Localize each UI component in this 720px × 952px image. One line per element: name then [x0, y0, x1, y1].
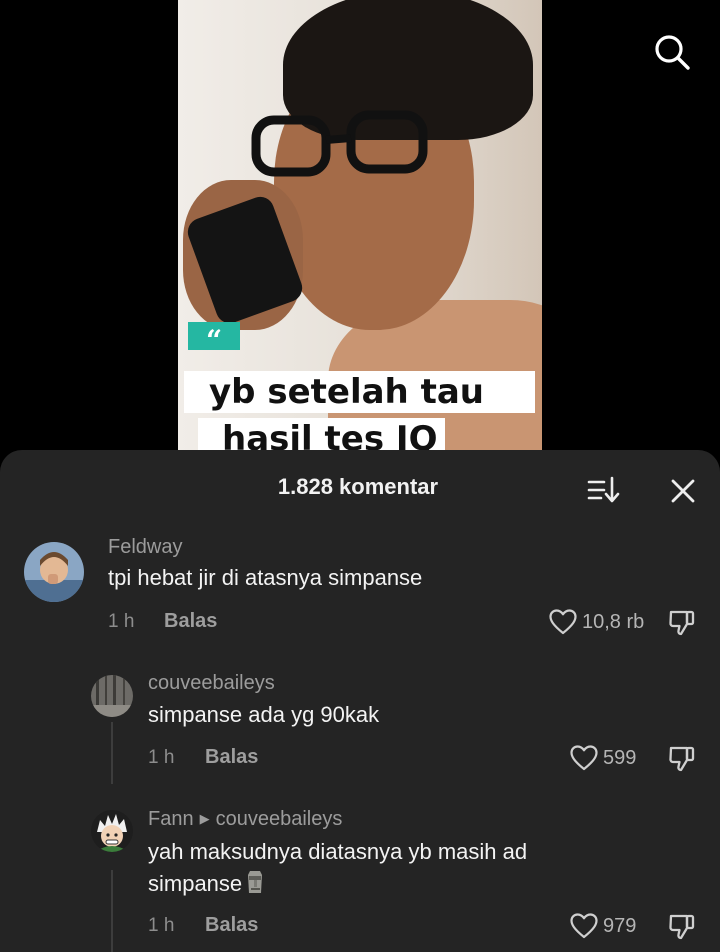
video-caption-line1: yb setelah tau: [184, 371, 535, 413]
comment-username-row: Fann ▶ couveebaileys: [148, 808, 342, 831]
dislike-button[interactable]: [667, 607, 697, 637]
dislike-icon: [669, 610, 695, 636]
quote-badge: “: [188, 322, 240, 357]
comment-text: yah maksudnya diatasnya yb masih ad simp…: [148, 836, 527, 900]
replied-to-username[interactable]: couveebaileys: [216, 808, 343, 830]
dislike-button[interactable]: [667, 911, 697, 941]
video-player[interactable]: “ yb setelah tau hasil tes IQ: [178, 0, 542, 470]
avatar-feldway[interactable]: [24, 542, 84, 602]
comment-text-line2-text: simpanse: [148, 871, 243, 896]
reply-button[interactable]: Balas: [164, 610, 217, 633]
dislike-icon: [669, 746, 695, 772]
avatar-image: [91, 675, 133, 717]
avatar-image: [91, 810, 133, 852]
comment-text: simpanse ada yg 90kak: [148, 702, 380, 727]
moai-emoji-icon: [248, 871, 263, 893]
comment-username[interactable]: couveebaileys: [148, 672, 275, 695]
like-count: 979: [603, 914, 637, 937]
reply-arrow-icon: ▶: [199, 811, 210, 826]
sort-button[interactable]: [587, 474, 621, 506]
avatar-fann[interactable]: [91, 810, 133, 852]
comment-text-line1: yah maksudnya diatasnya yb masih ad: [148, 839, 528, 864]
comment-text: tpi hebat jir di atasnya simpanse: [108, 565, 423, 590]
video-person-glasses: [251, 110, 428, 177]
search-icon: [655, 35, 690, 70]
comment-time: 1 h: [148, 915, 175, 936]
comment-username[interactable]: Fann: [148, 808, 194, 830]
close-icon: [671, 479, 695, 503]
heart-icon: [549, 609, 577, 635]
comment-text-line2: simpanse: [148, 868, 527, 900]
thread-line: [111, 722, 113, 784]
thread-line: [111, 870, 113, 952]
comment-time: 1 h: [108, 611, 135, 632]
comment-time: 1 h: [148, 747, 175, 768]
like-count: 599: [603, 746, 637, 769]
like-button[interactable]: 10,8 rb: [549, 606, 644, 638]
like-button[interactable]: 599: [570, 742, 636, 774]
reply-button[interactable]: Balas: [205, 746, 258, 769]
like-count: 10,8 rb: [582, 610, 645, 633]
dislike-icon: [669, 914, 695, 940]
close-button[interactable]: [668, 476, 698, 506]
sort-icon: [587, 476, 620, 503]
avatar-image: [24, 542, 84, 602]
like-button[interactable]: 979: [570, 910, 636, 942]
avatar-couveebaileys[interactable]: [91, 675, 133, 717]
heart-icon: [570, 913, 598, 939]
heart-icon: [570, 745, 598, 771]
comments-sheet: 1.828 komentar Feldway tpi hebat jir di …: [0, 450, 720, 952]
reply-button[interactable]: Balas: [205, 914, 258, 937]
search-button[interactable]: [652, 32, 692, 72]
comment-username[interactable]: Feldway: [108, 536, 182, 559]
dislike-button[interactable]: [667, 743, 697, 773]
